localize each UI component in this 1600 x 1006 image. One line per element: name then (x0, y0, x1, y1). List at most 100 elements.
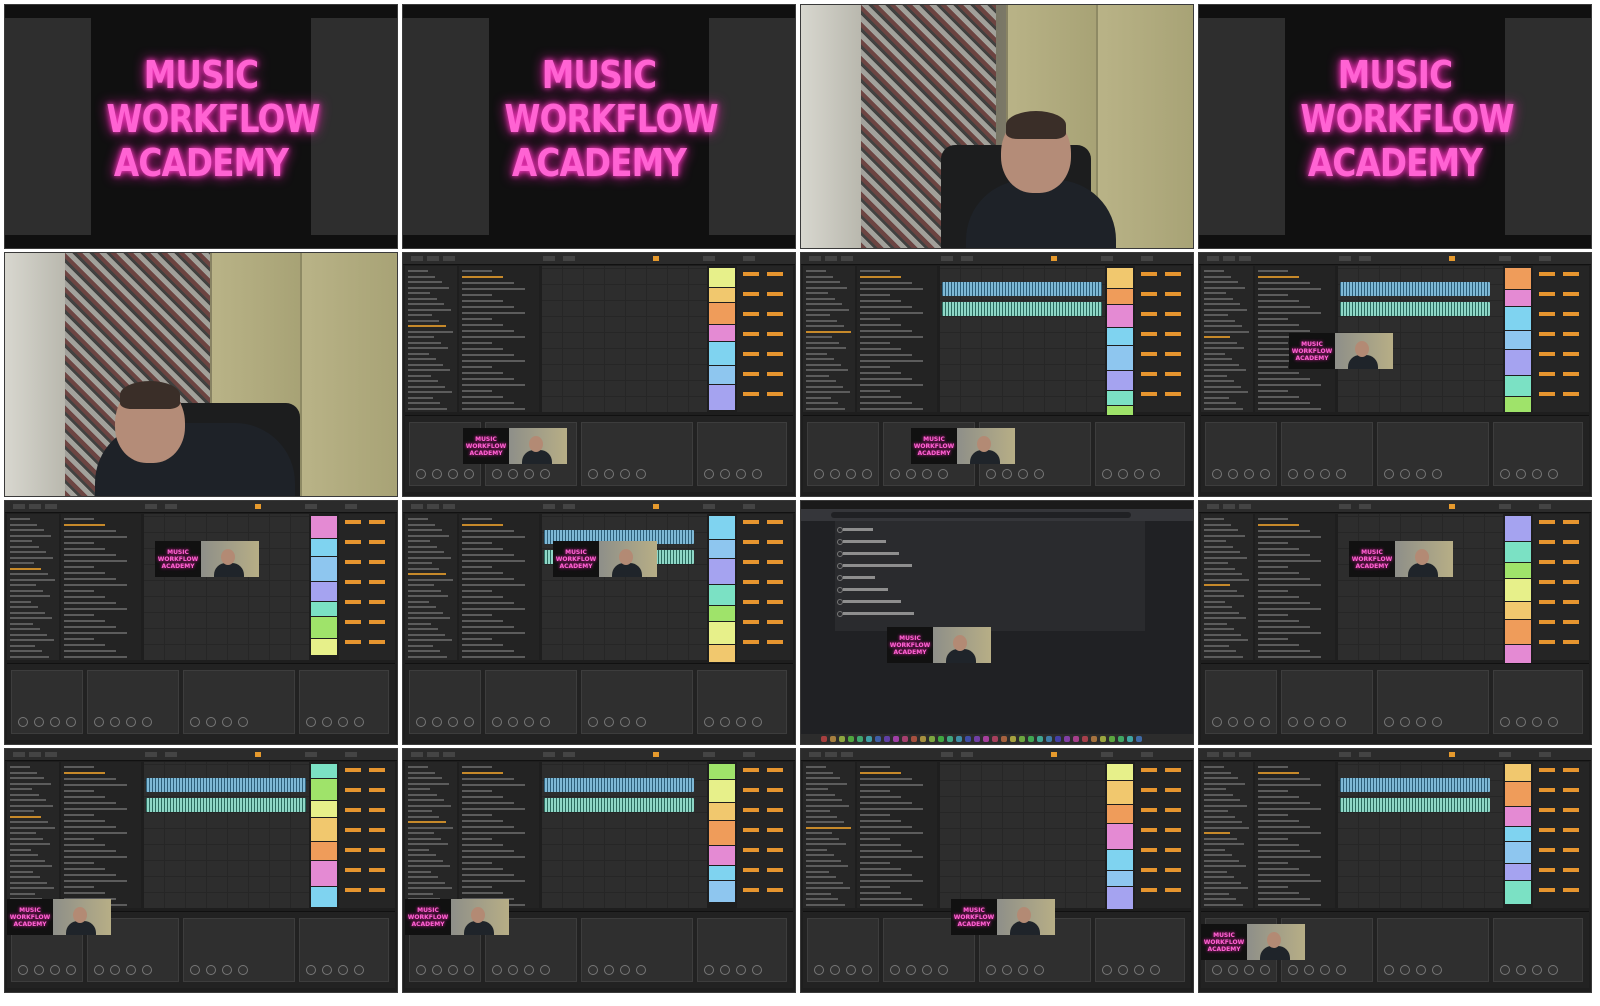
browser-item[interactable] (408, 854, 436, 856)
file-item[interactable] (462, 838, 492, 840)
browser-item[interactable] (806, 314, 830, 316)
knob-icon[interactable] (94, 717, 104, 727)
device-panel[interactable] (11, 670, 83, 734)
browser-item[interactable] (10, 881, 47, 884)
file-item[interactable] (860, 832, 923, 834)
track-activator[interactable] (767, 560, 783, 564)
knob-icon[interactable] (1212, 469, 1222, 479)
transport-button[interactable] (165, 504, 177, 509)
track-activator[interactable] (345, 808, 361, 812)
file-item[interactable] (1258, 306, 1310, 308)
browser-item[interactable] (408, 374, 431, 377)
browser-item[interactable] (10, 551, 46, 553)
browser-item[interactable] (1204, 788, 1226, 790)
file-item[interactable] (462, 808, 525, 810)
browser-item[interactable] (408, 595, 448, 597)
file-item[interactable] (860, 886, 890, 888)
knob-icon[interactable] (50, 965, 60, 975)
clip-column[interactable] (311, 762, 337, 908)
file-item[interactable] (1258, 644, 1299, 646)
file-item[interactable] (64, 548, 105, 550)
browser-item[interactable] (408, 330, 453, 333)
file-item[interactable] (462, 892, 503, 894)
track-clip-slot[interactable] (1107, 346, 1133, 370)
browser-item[interactable] (408, 556, 451, 559)
browser-item[interactable] (806, 804, 849, 807)
track-activator[interactable] (1165, 788, 1181, 792)
file-item[interactable] (1258, 820, 1299, 822)
transport-button[interactable] (1339, 752, 1351, 757)
file-item[interactable] (860, 324, 901, 326)
track-activator[interactable] (1141, 788, 1157, 792)
file-item[interactable] (64, 868, 105, 870)
device-panel[interactable] (183, 918, 295, 982)
macos-dock[interactable] (801, 734, 1193, 744)
transport-button[interactable] (941, 256, 953, 261)
track-activator[interactable] (1141, 372, 1157, 376)
knob-icon[interactable] (1320, 469, 1330, 479)
knob-icon[interactable] (1384, 965, 1394, 975)
browser-item[interactable] (1204, 374, 1227, 377)
browser-item[interactable] (1204, 865, 1246, 867)
knob-icon[interactable] (354, 717, 364, 727)
transport-bar[interactable] (801, 749, 1193, 761)
track-clip-slot[interactable] (1107, 871, 1133, 886)
browser-item[interactable] (1204, 881, 1241, 884)
knob-icon[interactable] (1260, 469, 1270, 479)
knob-icon[interactable] (18, 965, 28, 975)
browser-sidebar[interactable] (405, 762, 457, 908)
track-clip-slot[interactable] (709, 268, 735, 287)
browser-item[interactable] (408, 788, 430, 790)
browser-item[interactable] (408, 766, 428, 768)
track-activator[interactable] (1539, 540, 1555, 544)
file-item[interactable] (1258, 396, 1299, 398)
audio-clip[interactable] (942, 282, 1102, 296)
device-panel[interactable] (409, 670, 481, 734)
knob-icon[interactable] (94, 965, 104, 975)
browser-item[interactable] (806, 385, 843, 388)
track-activator[interactable] (1539, 520, 1555, 524)
clip-column[interactable] (1107, 266, 1133, 427)
track-activator[interactable] (345, 540, 361, 544)
file-item[interactable] (860, 796, 901, 798)
transport-button[interactable] (1339, 256, 1351, 261)
browser-item[interactable] (806, 865, 848, 867)
browser-item[interactable] (10, 848, 31, 851)
file-item[interactable] (462, 626, 514, 628)
browser-item[interactable] (1204, 407, 1243, 410)
browser-item[interactable] (1204, 793, 1233, 796)
track-activator[interactable] (743, 788, 759, 792)
file-item[interactable] (1258, 312, 1321, 314)
knob-icon[interactable] (1304, 717, 1314, 727)
browser-item[interactable] (408, 529, 442, 531)
track-clip-slot[interactable] (311, 617, 337, 638)
track-activator[interactable] (1563, 332, 1579, 336)
browser-item[interactable] (408, 887, 452, 889)
file-item[interactable] (860, 342, 890, 344)
file-item[interactable] (1258, 566, 1288, 568)
transport-button[interactable] (1141, 256, 1153, 261)
knob-icon[interactable] (1416, 469, 1426, 479)
browser-item[interactable] (10, 777, 44, 779)
knob-icon[interactable] (736, 717, 746, 727)
browser-item[interactable] (806, 799, 842, 801)
browser-item[interactable] (408, 270, 428, 272)
transport-button[interactable] (1359, 752, 1371, 757)
browser-sidebar[interactable] (7, 762, 59, 908)
clip-column[interactable] (1505, 762, 1531, 908)
file-item[interactable] (860, 904, 923, 906)
track-activator[interactable] (345, 620, 361, 624)
track-clip-slot[interactable] (709, 846, 735, 865)
file-item[interactable] (64, 772, 105, 774)
browser-item[interactable] (408, 644, 433, 647)
knob-icon[interactable] (1018, 965, 1028, 975)
browser-item[interactable] (1204, 303, 1240, 305)
file-list[interactable] (459, 266, 539, 412)
knob-icon[interactable] (846, 469, 856, 479)
file-item[interactable] (1258, 656, 1321, 658)
knob-icon[interactable] (508, 965, 518, 975)
track-activator[interactable] (1539, 768, 1555, 772)
track-activator[interactable] (1563, 888, 1579, 892)
browser-item[interactable] (806, 766, 826, 768)
file-item[interactable] (64, 880, 127, 882)
